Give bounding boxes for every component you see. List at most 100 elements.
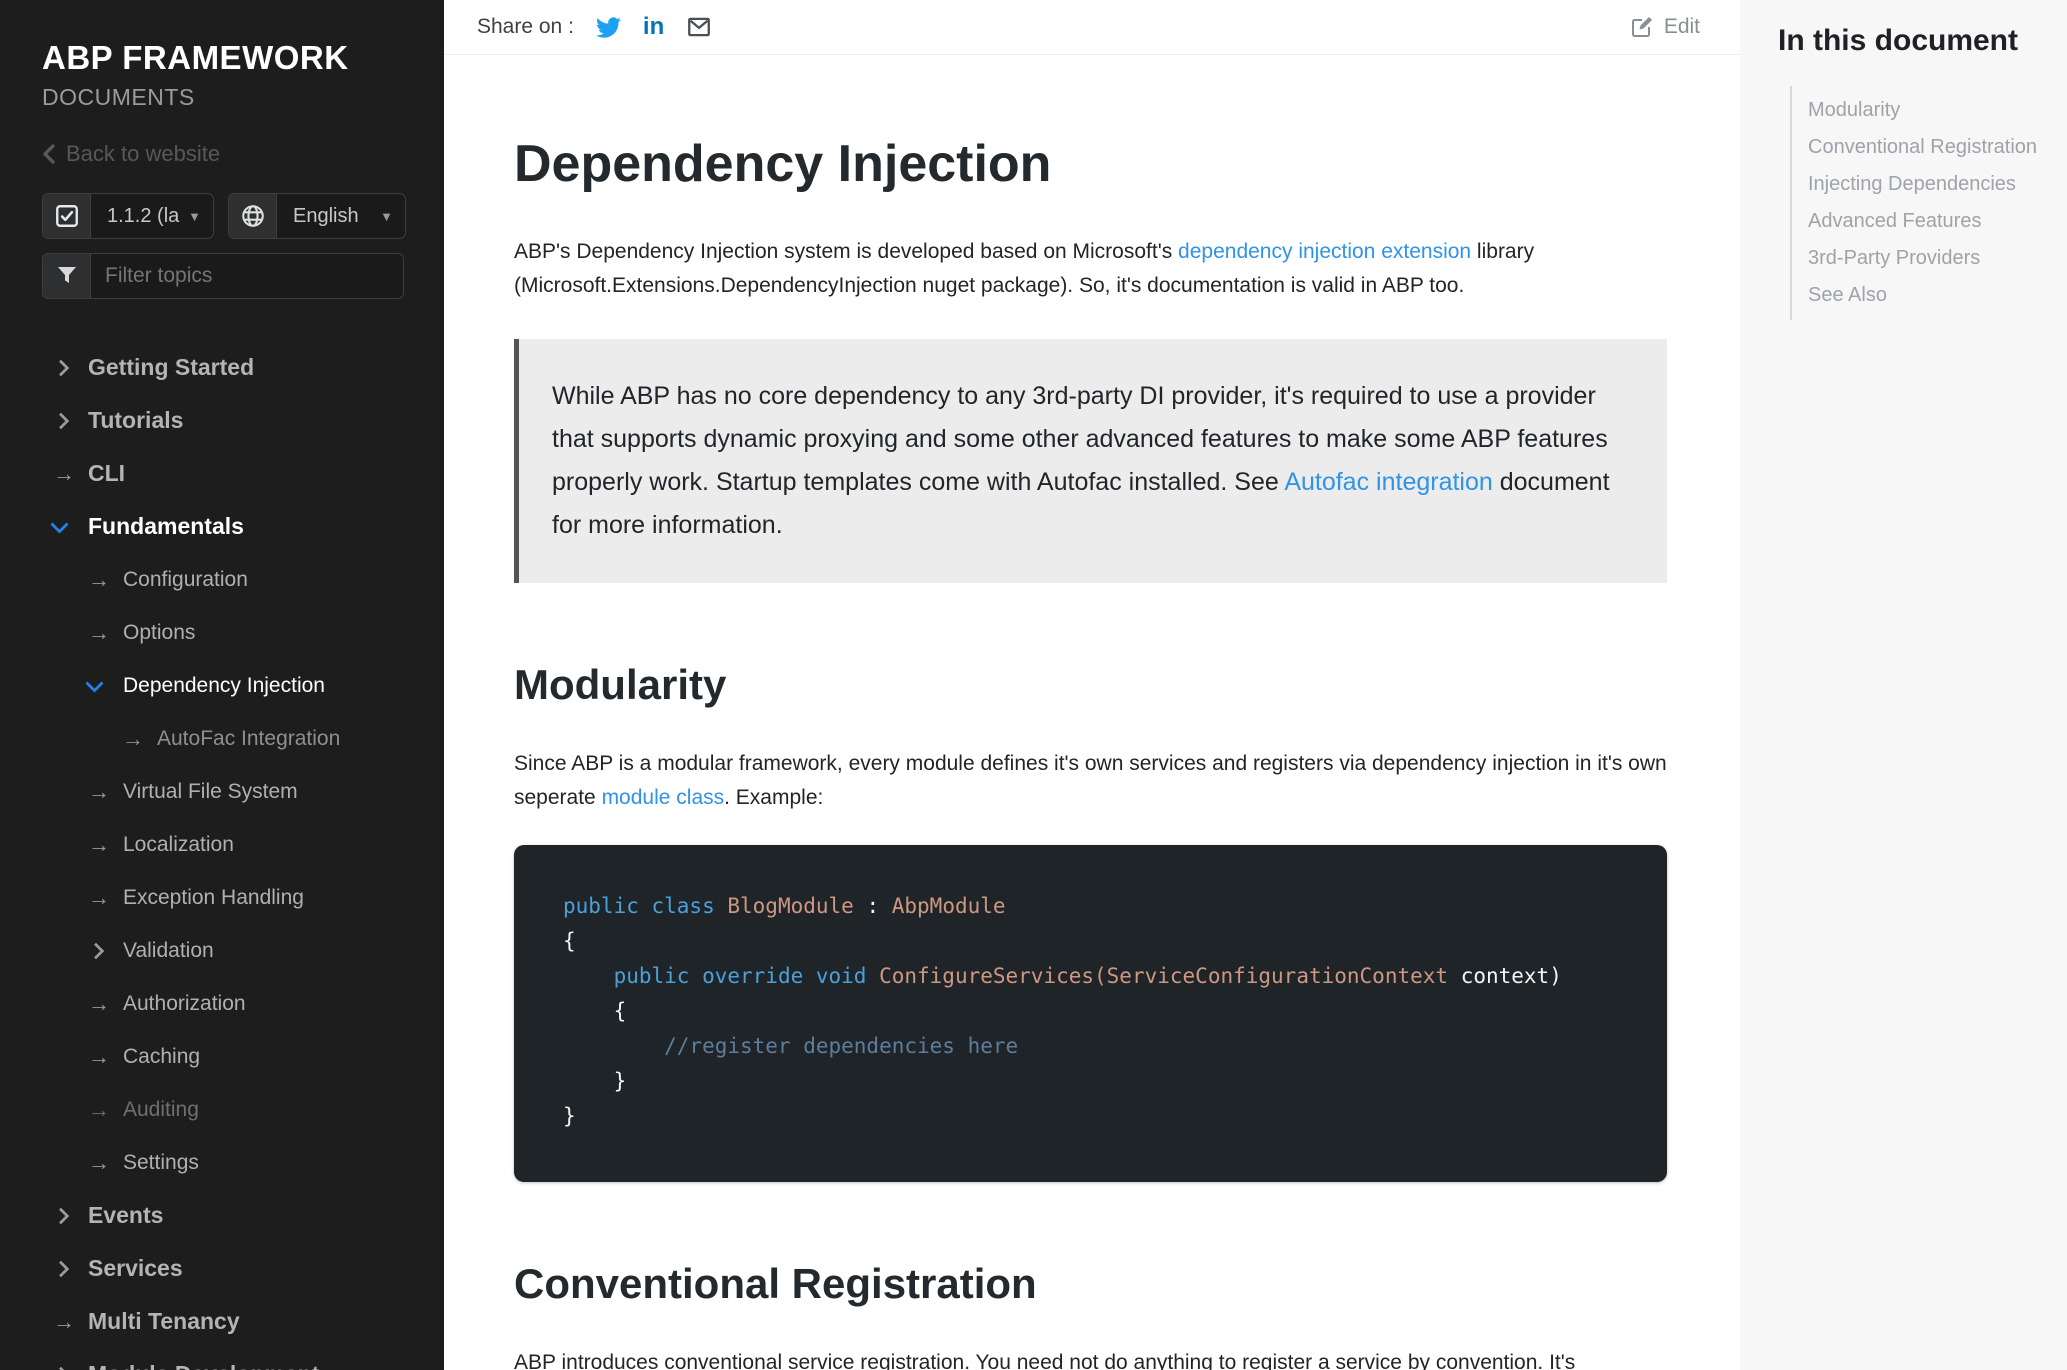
sidebar-item-label: Localization [123, 832, 234, 856]
toc-item-modularity[interactable]: Modularity [1808, 92, 2047, 129]
toc-item-injecting-dependencies[interactable]: Injecting Dependencies [1808, 166, 2047, 203]
arrow-right-icon: → [88, 1149, 110, 1175]
sidebar-item-label: Validation [123, 938, 214, 962]
code-block: public class BlogModule : AbpModule { pu… [514, 844, 1667, 1182]
code-token: } [563, 1068, 627, 1093]
chevron-right-icon [53, 1263, 79, 1275]
sidebar-item-label: CLI [88, 460, 126, 487]
edit-link[interactable]: Edit [1630, 15, 1700, 39]
toc-title: In this document [1778, 24, 2018, 57]
sidebar-item-virtual-file-system[interactable]: → Virtual File System [42, 765, 424, 818]
version-select[interactable]: 1.1.2 (la ▼ [42, 193, 214, 240]
filter-topics-field [42, 253, 404, 300]
filter-topics-input[interactable] [91, 264, 403, 289]
sidebar-item-label: Fundamentals [88, 513, 244, 540]
sidebar-item-label: Authorization [123, 991, 246, 1015]
twitter-share-icon[interactable] [595, 15, 621, 40]
sidebar-item-autofac-integration[interactable]: → AutoFac Integration [42, 712, 424, 765]
sidebar-item-getting-started[interactable]: Getting Started [42, 341, 424, 394]
brand-subtitle: DOCUMENTS [42, 84, 195, 111]
modularity-paragraph: Since ABP is a modular framework, every … [514, 747, 1667, 815]
sidebar-nav: Getting Started Tutorials → CLI Fundamentals… [42, 341, 424, 1370]
code-token: } [563, 1103, 576, 1128]
section-heading-conventional-registration: Conventional Registration [514, 1259, 1037, 1307]
language-select-value: English [293, 204, 359, 227]
toc-list: Modularity Conventional Registration Injec… [1790, 86, 2047, 320]
brand-title: ABP FRAMEWORK [42, 39, 349, 76]
arrow-right-icon: → [88, 1096, 110, 1122]
arrow-right-icon: → [88, 990, 110, 1016]
sidebar-item-exception-handling[interactable]: → Exception Handling [42, 871, 424, 924]
sidebar-item-events[interactable]: Events [42, 1189, 424, 1242]
note-blockquote: While ABP has no core dependency to any … [514, 338, 1667, 583]
sidebar-item-label: Multi Tenancy [88, 1308, 240, 1335]
sidebar-item-label: Events [88, 1202, 164, 1229]
code-token: context) [1448, 963, 1562, 988]
code-block-content: public class BlogModule : AbpModule { pu… [563, 889, 1637, 1134]
toc-item-3rd-party-providers[interactable]: 3rd-Party Providers [1808, 240, 2047, 277]
toc-item-conventional-registration[interactable]: Conventional Registration [1808, 129, 2047, 166]
toc-item-see-also[interactable]: See Also [1808, 277, 2047, 314]
back-to-website-link[interactable]: Back to website [42, 141, 424, 167]
sidebar-item-label: Getting Started [88, 354, 255, 381]
chevron-down-icon [88, 682, 114, 690]
sidebar-item-label: Dependency Injection [123, 673, 325, 697]
sidebar-item-module-development[interactable]: Module Development [42, 1348, 424, 1370]
document-article: Dependency Injection ABP's Dependency In… [444, 55, 1740, 1370]
code-token: //register dependencies here [563, 1033, 1019, 1058]
sidebar-item-fundamentals[interactable]: Fundamentals [42, 500, 424, 553]
sidebar-item-label: Services [88, 1255, 183, 1282]
sidebar-item-auditing[interactable]: → Auditing [42, 1083, 424, 1136]
sidebar-item-label: Tutorials [88, 407, 184, 434]
conventional-paragraph: ABP introduces conventional service regi… [514, 1346, 1667, 1370]
doc-link[interactable]: dependency injection extension [1178, 240, 1471, 263]
arrow-right-icon: → [53, 460, 75, 486]
code-token: { [563, 928, 576, 953]
sidebar-item-cli[interactable]: → CLI [42, 447, 424, 500]
sidebar-item-label: Virtual File System [123, 779, 298, 803]
arrow-right-icon: → [122, 725, 144, 751]
sidebar: ABP FRAMEWORK DOCUMENTS Back to website … [0, 0, 444, 1370]
language-select[interactable]: English ▼ [228, 193, 406, 240]
chevron-right-icon [53, 362, 79, 374]
version-select-value: 1.1.2 (la [107, 204, 180, 227]
toc-item-advanced-features[interactable]: Advanced Features [1808, 203, 2047, 240]
sidebar-item-dependency-injection[interactable]: Dependency Injection [42, 659, 424, 712]
sidebar-item-label: Options [123, 620, 196, 644]
email-share-icon[interactable] [686, 14, 712, 40]
main-content: Share on : in Edit Dependency Injection … [444, 0, 1740, 1370]
sidebar-item-caching[interactable]: → Caching [42, 1030, 424, 1083]
sidebar-item-tutorials[interactable]: Tutorials [42, 394, 424, 447]
sidebar-item-label: Configuration [123, 567, 248, 591]
code-token: public override void [613, 963, 880, 988]
globe-icon [229, 194, 277, 239]
chevron-down-icon [53, 523, 79, 531]
sidebar-item-localization[interactable]: → Localization [42, 818, 424, 871]
intro-paragraph: ABP's Dependency Injection system is dev… [514, 235, 1667, 303]
funnel-icon [43, 254, 91, 299]
sidebar-item-configuration[interactable]: → Configuration [42, 553, 424, 606]
doc-link[interactable]: Autofac integration [1284, 468, 1492, 496]
sidebar-item-multi-tenancy[interactable]: → Multi Tenancy [42, 1295, 424, 1348]
doc-link[interactable]: module class [602, 786, 725, 809]
sidebar-item-options[interactable]: → Options [42, 606, 424, 659]
edit-link-label: Edit [1663, 15, 1700, 38]
sidebar-item-authorization[interactable]: → Authorization [42, 977, 424, 1030]
sidebar-item-label: Exception Handling [123, 885, 304, 909]
caret-down-icon: ▼ [188, 208, 201, 224]
linkedin-share-icon[interactable]: in [643, 15, 664, 39]
arrow-right-icon: → [88, 619, 110, 645]
sidebar-item-validation[interactable]: Validation [42, 924, 424, 977]
page-title: Dependency Injection [514, 135, 1052, 193]
sidebar-item-label: Auditing [123, 1097, 199, 1121]
chevron-right-icon [53, 415, 79, 427]
chevron-right-icon [53, 1210, 79, 1222]
checkbox-icon [43, 194, 91, 239]
sidebar-item-settings[interactable]: → Settings [42, 1136, 424, 1189]
text-run: ABP's Dependency Injection system is dev… [514, 239, 1179, 263]
text-run: ABP introduces conventional service regi… [514, 1350, 1576, 1370]
in-this-document-panel: In this document Modularity Conventional … [1740, 0, 2067, 1370]
text-run: . Example: [724, 785, 824, 809]
sidebar-item-services[interactable]: Services [42, 1242, 424, 1295]
